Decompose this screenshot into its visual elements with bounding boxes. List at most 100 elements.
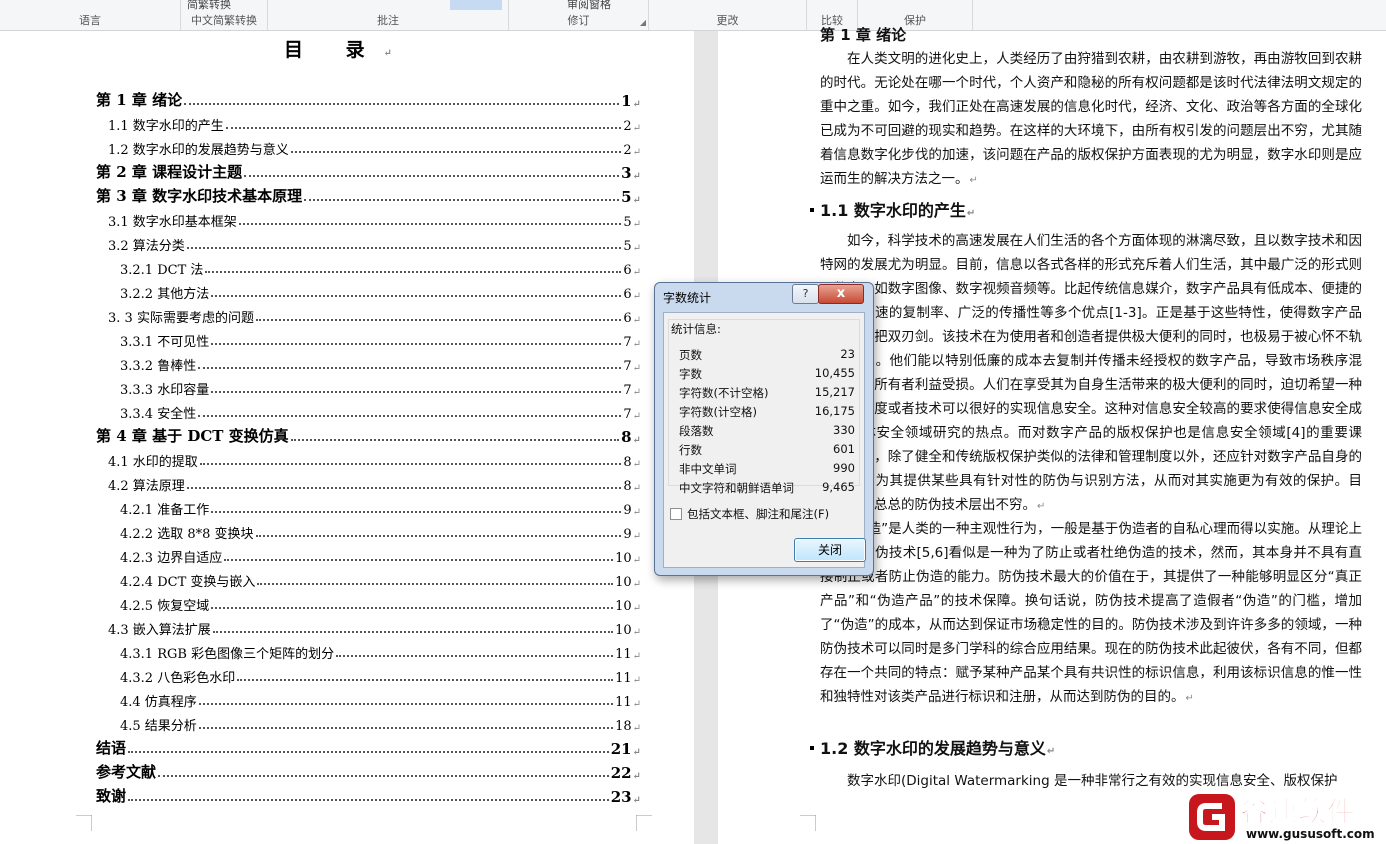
statistics-header: 统计信息: <box>671 322 721 336</box>
toc-entry[interactable]: 4.2.2 选取 8*8 变换块 9 ↵ <box>120 520 641 542</box>
toc-entry-page: 5 <box>623 215 632 230</box>
toc-leader-dots <box>128 750 609 753</box>
toc-entry[interactable]: 4.2.1 准备工作 9 ↵ <box>120 496 641 518</box>
dialog-launcher-icon[interactable]: ◢ <box>640 18 646 27</box>
toc-entry-title: 4.4 仿真程序 <box>120 695 197 710</box>
toc-entry[interactable]: 4.2.5 恢复空域 10 ↵ <box>120 592 641 614</box>
paragraph-mark: ↵ <box>632 771 641 782</box>
ribbon-group-changes: 更改 <box>649 0 807 30</box>
toc-entry-title: 致谢 <box>96 787 127 805</box>
ribbon-group-label: 批注 <box>377 14 399 27</box>
toc-entry[interactable]: 4.4 仿真程序 11 ↵ <box>120 688 641 710</box>
toc-leader-dots <box>211 510 622 513</box>
close-icon[interactable]: x <box>818 284 864 304</box>
toc-entry[interactable]: 4.2 算法原理 8 ↵ <box>108 472 641 494</box>
toc-entry[interactable]: 4.3 嵌入算法扩展 10 ↵ <box>108 616 641 638</box>
toc-entry[interactable]: 4.5 结果分析 18 ↵ <box>120 712 641 734</box>
toc-entry[interactable]: 4.3.1 RGB 彩色图像三个矩阵的划分 11 ↵ <box>120 640 641 662</box>
toc-leader-dots <box>198 414 622 417</box>
section-heading-1-2: 1.2 数字水印的发展趋势与意义↵ <box>810 735 1362 766</box>
include-textboxes-checkbox[interactable]: 包括文本框、脚注和尾注(F) <box>670 506 829 522</box>
toc-entry[interactable]: 3. 3 实际需要考虑的问题 6 ↵ <box>108 304 641 326</box>
toc-entry-title: 4.2.2 选取 8*8 变换块 <box>120 527 254 542</box>
toc-entry-page: 3 <box>621 164 632 182</box>
toc-entry-page: 10 <box>615 623 632 638</box>
site-watermark: 谷速软件 www.gususoft.com <box>1188 790 1386 844</box>
checkbox-box[interactable] <box>670 508 682 520</box>
simplified-traditional-button[interactable]: 简繁转换 <box>187 0 231 12</box>
toc-entry-title: 4.1 水印的提取 <box>108 455 198 470</box>
toc-entry-title: 3.3.4 安全性 <box>120 407 197 422</box>
toc-entry-page: 7 <box>623 335 632 350</box>
gusu-logo-icon <box>1189 794 1235 840</box>
ribbon-group-label: 中文简繁转换 <box>191 14 257 27</box>
toc-entry[interactable]: 4.3.2 八色彩色水印 11 ↵ <box>120 664 641 686</box>
toc-leader-dots <box>255 318 622 321</box>
toc-leader-dots <box>224 558 614 561</box>
toc-leader-dots <box>186 246 622 249</box>
toc-entry-page: 6 <box>623 263 632 278</box>
crop-mark <box>800 815 816 831</box>
toc-leader-dots <box>198 702 614 705</box>
close-button[interactable]: 关闭 <box>794 538 866 562</box>
chapter-heading: 第 1 章 绪论 <box>820 26 907 44</box>
toc-entry[interactable]: 3.2 算法分类 5 ↵ <box>108 232 641 254</box>
toc-entry[interactable]: 1.2 数字水印的发展趋势与意义 2 ↵ <box>108 136 641 158</box>
help-button[interactable]: ? <box>792 284 819 304</box>
toc-entry-page: 11 <box>615 647 632 662</box>
paragraph-mark: ↵ <box>632 363 641 374</box>
toc-entry[interactable]: 第 4 章 基于 DCT 变换仿真 8 ↵ <box>96 424 641 446</box>
toc-entry[interactable]: 4.2.4 DCT 变换与嵌入 10 ↵ <box>120 568 641 590</box>
stat-value: 23 <box>840 347 855 361</box>
stat-label: 段落数 <box>679 424 714 438</box>
toc-entry[interactable]: 结语 21 ↵ <box>96 736 641 758</box>
toc-leader-dots <box>225 126 622 129</box>
toc-entry-page: 8 <box>623 479 632 494</box>
toc-entry[interactable]: 3.2.1 DCT 法 6 ↵ <box>120 256 641 278</box>
toc-entry-page: 11 <box>615 671 632 686</box>
stat-label: 行数 <box>679 443 702 457</box>
stat-label: 中文字符和朝鲜语单词 <box>679 481 794 495</box>
toc-entry-title: 1.1 数字水印的产生 <box>108 119 224 134</box>
toc-entry[interactable]: 第 3 章 数字水印技术基本原理 5 ↵ <box>96 184 641 206</box>
word-count-dialog: 字数统计 ? x 统计信息: 页数 23 字数 10,455 字符数(不计空格) 15,2… <box>654 282 874 576</box>
crop-mark <box>636 815 652 831</box>
toc-entry[interactable]: 3.3.4 安全性 7 ↵ <box>120 400 641 422</box>
toc-entry-title: 第 2 章 课程设计主题 <box>96 163 243 181</box>
toc-leader-dots <box>237 678 614 681</box>
toc-entry[interactable]: 参考文献 22 ↵ <box>96 760 641 782</box>
toc-entry-title: 第 3 章 数字水印技术基本原理 <box>96 187 303 205</box>
toc-entry[interactable]: 第 2 章 课程设计主题 3 ↵ <box>96 160 641 182</box>
toc-entry[interactable]: 1.1 数字水印的产生 2 ↵ <box>108 112 641 134</box>
paragraph-mark: ↵ <box>632 747 641 758</box>
toc-leader-dots <box>198 366 622 369</box>
toc-entry[interactable]: 第 1 章 绪论 1 ↵ <box>96 88 641 110</box>
ribbon-group-label: 更改 <box>716 14 739 27</box>
selected-ribbon-button[interactable] <box>450 0 502 10</box>
toc-entry[interactable]: 4.1 水印的提取 8 ↵ <box>108 448 641 470</box>
toc-entry[interactable]: 3.3.2 鲁棒性 7 ↵ <box>120 352 641 374</box>
toc-leader-dots <box>186 486 622 489</box>
toc-entry[interactable]: 3.1 数字水印基本框架 5 ↵ <box>108 208 641 230</box>
toc-leader-dots <box>304 198 620 201</box>
toc-entry[interactable]: 致谢 23 ↵ <box>96 784 641 806</box>
toc-entry-page: 10 <box>615 551 632 566</box>
toc-entry-page: 7 <box>623 359 632 374</box>
paragraph-mark: ↵ <box>632 147 641 158</box>
toc-entry[interactable]: 3.3.3 水印容量 7 ↵ <box>120 376 641 398</box>
reviewing-pane-button[interactable]: 审阅窗格 <box>567 0 611 12</box>
paragraph-mark: ↵ <box>632 459 641 470</box>
toc-leader-dots <box>211 294 622 297</box>
toc-entry[interactable]: 3.3.1 不可见性 7 ↵ <box>120 328 641 350</box>
document-page-toc[interactable]: 目 录↵ 第 1 章 绪论 1 ↵ 1.1 数字水印的产生 2 ↵ 1.2 数字水印的发展趋… <box>0 31 694 844</box>
paragraph-mark: ↵ <box>632 123 641 134</box>
toc-entry-page: 11 <box>615 695 632 710</box>
paragraph-mark: ↵ <box>632 555 641 566</box>
toc-entry[interactable]: 3.2.2 其他方法 6 ↵ <box>120 280 641 302</box>
toc-entry-page: 22 <box>610 764 632 782</box>
toc-entry-title: 3.2.1 DCT 法 <box>120 263 204 278</box>
paragraph-mark: ↵ <box>632 195 641 206</box>
stat-label: 字符数(不计空格) <box>679 386 769 400</box>
toc-entry[interactable]: 4.2.3 边界自适应 10 ↵ <box>120 544 641 566</box>
paragraph-mark: ↵ <box>632 795 641 806</box>
